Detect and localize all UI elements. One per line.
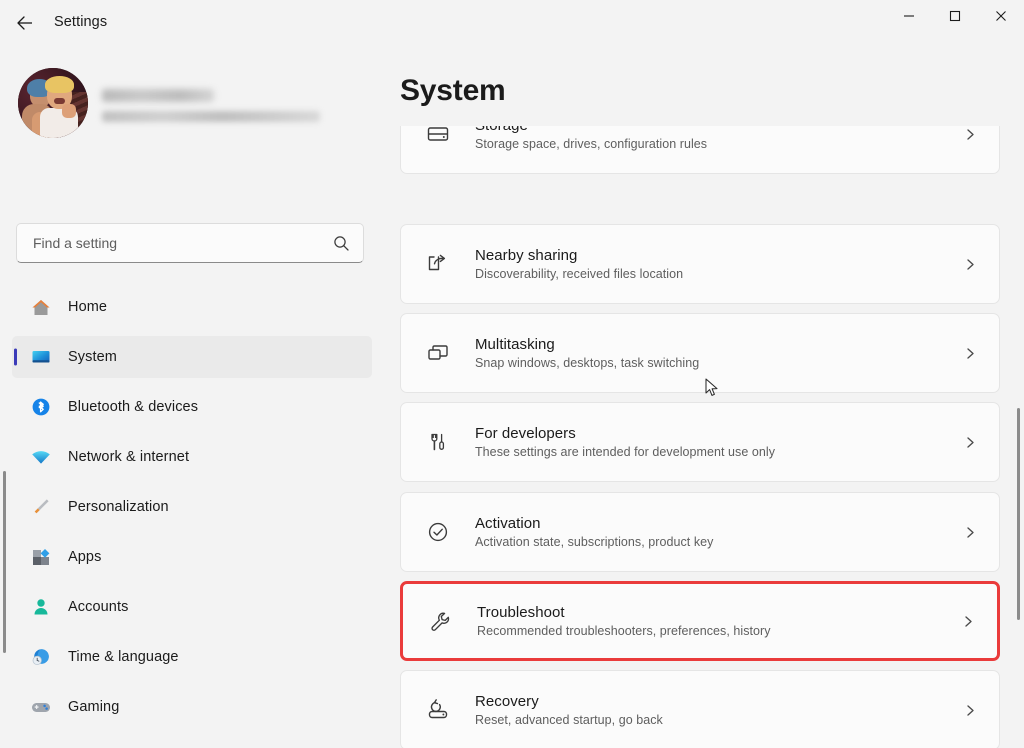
maximize-icon bbox=[949, 10, 961, 22]
card-subtitle: Storage space, drives, configuration rul… bbox=[475, 137, 959, 151]
card-subtitle: Discoverability, received files location bbox=[475, 267, 959, 281]
close-icon bbox=[995, 10, 1007, 22]
sidebar-item-apps[interactable]: Apps bbox=[12, 536, 372, 578]
wifi-icon bbox=[30, 446, 52, 468]
sidebar-item-label: Bluetooth & devices bbox=[68, 399, 198, 415]
wrench-icon bbox=[425, 606, 455, 636]
account-name-redacted bbox=[102, 89, 214, 102]
card-title: For developers bbox=[475, 425, 959, 442]
sidebar: Home bbox=[0, 46, 386, 748]
minimize-button[interactable] bbox=[886, 0, 932, 32]
card-subtitle: Snap windows, desktops, task switching bbox=[475, 356, 959, 370]
settings-window: Settings bbox=[0, 0, 1024, 748]
chevron-right-icon bbox=[959, 347, 981, 360]
share-icon bbox=[423, 249, 453, 279]
home-icon bbox=[30, 296, 52, 318]
card-text: Troubleshoot Recommended troubleshooters… bbox=[477, 604, 957, 638]
card-title: Recovery bbox=[475, 693, 959, 710]
multitasking-windows-icon bbox=[423, 338, 453, 368]
card-subtitle: These settings are intended for developm… bbox=[475, 445, 959, 459]
settings-card-list: Storage Storage space, drives, configura… bbox=[386, 126, 1024, 748]
card-title: Multitasking bbox=[475, 336, 959, 353]
settings-card-for-developers[interactable]: For developers These settings are intend… bbox=[400, 402, 1000, 482]
bluetooth-icon bbox=[30, 396, 52, 418]
card-text: Recovery Reset, advanced startup, go bac… bbox=[475, 693, 959, 727]
maximize-button[interactable] bbox=[932, 0, 978, 32]
search-container bbox=[16, 223, 364, 263]
account-profile[interactable] bbox=[18, 62, 348, 144]
window-controls bbox=[886, 0, 1024, 46]
chevron-right-icon bbox=[959, 258, 981, 271]
card-subtitle: Activation state, subscriptions, product… bbox=[475, 535, 959, 549]
card-title: Nearby sharing bbox=[475, 247, 959, 264]
title-bar: Settings bbox=[0, 0, 1024, 46]
card-title: Troubleshoot bbox=[477, 604, 957, 621]
settings-card-multitasking[interactable]: Multitasking Snap windows, desktops, tas… bbox=[400, 313, 1000, 393]
sidebar-item-time-language[interactable]: Time & language bbox=[12, 636, 372, 678]
chevron-right-icon bbox=[957, 615, 979, 628]
person-icon bbox=[30, 596, 52, 618]
card-text: Multitasking Snap windows, desktops, tas… bbox=[475, 336, 959, 370]
sidebar-item-label: Home bbox=[68, 299, 107, 315]
window-title: Settings bbox=[54, 14, 107, 30]
card-subtitle: Reset, advanced startup, go back bbox=[475, 713, 959, 727]
sidebar-item-home[interactable]: Home bbox=[12, 286, 372, 328]
chevron-right-icon bbox=[959, 704, 981, 717]
card-subtitle: Recommended troubleshooters, preferences… bbox=[477, 624, 957, 638]
paintbrush-icon bbox=[30, 496, 52, 518]
card-text: Activation Activation state, subscriptio… bbox=[475, 515, 959, 549]
sidebar-item-system[interactable]: System bbox=[12, 336, 372, 378]
back-button[interactable] bbox=[8, 8, 42, 38]
content-scrollbar-thumb[interactable] bbox=[1017, 408, 1020, 620]
checkmark-circle-icon bbox=[423, 517, 453, 547]
sidebar-item-label: Apps bbox=[68, 549, 101, 565]
sidebar-scrollbar-thumb[interactable] bbox=[3, 471, 6, 653]
card-text: For developers These settings are intend… bbox=[475, 425, 959, 459]
search-input[interactable] bbox=[33, 235, 331, 251]
card-text: Nearby sharing Discoverability, received… bbox=[475, 247, 959, 281]
chevron-right-icon bbox=[959, 128, 981, 141]
sidebar-item-label: Gaming bbox=[68, 699, 119, 715]
page-title: System bbox=[400, 74, 506, 108]
globe-clock-icon bbox=[30, 646, 52, 668]
content-area: System Storage Storage space, drives, co… bbox=[386, 46, 1024, 748]
sidebar-item-gaming[interactable]: Gaming bbox=[12, 686, 372, 728]
sidebar-item-bluetooth-devices[interactable]: Bluetooth & devices bbox=[12, 386, 372, 428]
sidebar-item-personalization[interactable]: Personalization bbox=[12, 486, 372, 528]
developer-tools-icon bbox=[423, 427, 453, 457]
sidebar-nav: Home bbox=[12, 286, 372, 748]
settings-card-recovery[interactable]: Recovery Reset, advanced startup, go bac… bbox=[400, 670, 1000, 748]
gamepad-icon bbox=[30, 696, 52, 718]
sidebar-item-label: Network & internet bbox=[68, 449, 189, 465]
sidebar-item-accounts[interactable]: Accounts bbox=[12, 586, 372, 628]
chevron-right-icon bbox=[959, 436, 981, 449]
chevron-right-icon bbox=[959, 526, 981, 539]
close-button[interactable] bbox=[978, 0, 1024, 32]
sidebar-item-label: System bbox=[68, 349, 117, 365]
sidebar-item-accessibility[interactable]: Accessibility bbox=[12, 736, 372, 748]
minimize-icon bbox=[903, 10, 915, 22]
settings-card-nearby-sharing[interactable]: Nearby sharing Discoverability, received… bbox=[400, 224, 1000, 304]
search-box[interactable] bbox=[16, 223, 364, 263]
recovery-drive-icon bbox=[423, 695, 453, 725]
account-email-redacted bbox=[102, 111, 320, 122]
avatar bbox=[18, 68, 88, 138]
apps-icon bbox=[30, 546, 52, 568]
system-monitor-icon bbox=[30, 346, 52, 368]
settings-card-activation[interactable]: Activation Activation state, subscriptio… bbox=[400, 492, 1000, 572]
sidebar-item-network-internet[interactable]: Network & internet bbox=[12, 436, 372, 478]
profile-text bbox=[102, 85, 320, 122]
card-title: Activation bbox=[475, 515, 959, 532]
search-icon[interactable] bbox=[331, 235, 351, 252]
back-arrow-icon bbox=[16, 15, 34, 31]
sidebar-item-label: Time & language bbox=[68, 649, 179, 665]
settings-card-troubleshoot[interactable]: Troubleshoot Recommended troubleshooters… bbox=[400, 581, 1000, 661]
sidebar-item-label: Accounts bbox=[68, 599, 128, 615]
sidebar-item-label: Personalization bbox=[68, 499, 169, 515]
